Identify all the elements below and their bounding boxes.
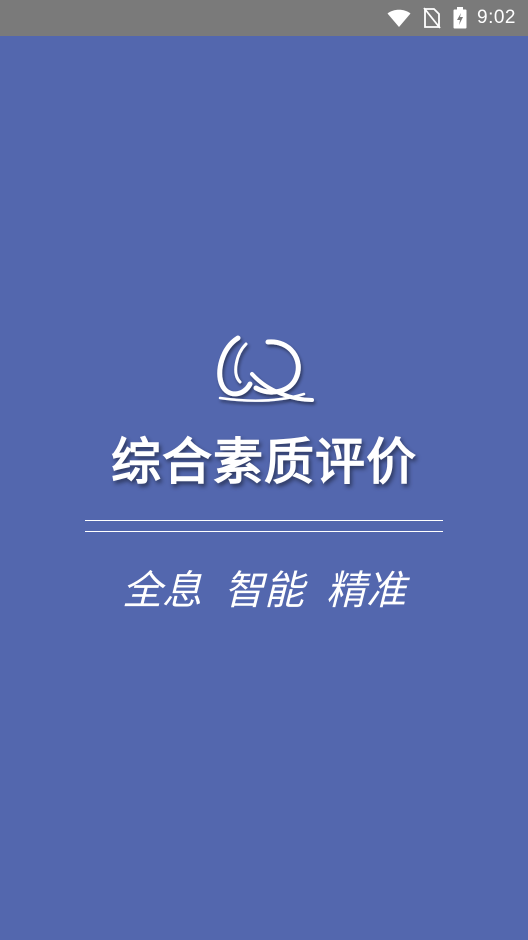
clock: 9:02	[477, 7, 516, 28]
slogan-word: 精准	[326, 568, 406, 614]
status-bar: 9:02	[0, 0, 528, 36]
slogan-word: 全息	[122, 568, 202, 614]
battery-charging-icon	[453, 7, 467, 29]
app-title: 综合素质评价	[111, 433, 417, 491]
slogan-word: 智能	[224, 568, 304, 614]
no-sim-icon	[423, 7, 441, 29]
app-logo	[217, 335, 314, 402]
divider-line	[85, 531, 443, 532]
wifi-icon	[387, 8, 411, 28]
splash-screen: 9:02 综合素质评价 全息 智能 精准	[0, 0, 528, 940]
slogan: 全息 智能 精准	[0, 558, 528, 616]
divider-line	[85, 520, 443, 521]
